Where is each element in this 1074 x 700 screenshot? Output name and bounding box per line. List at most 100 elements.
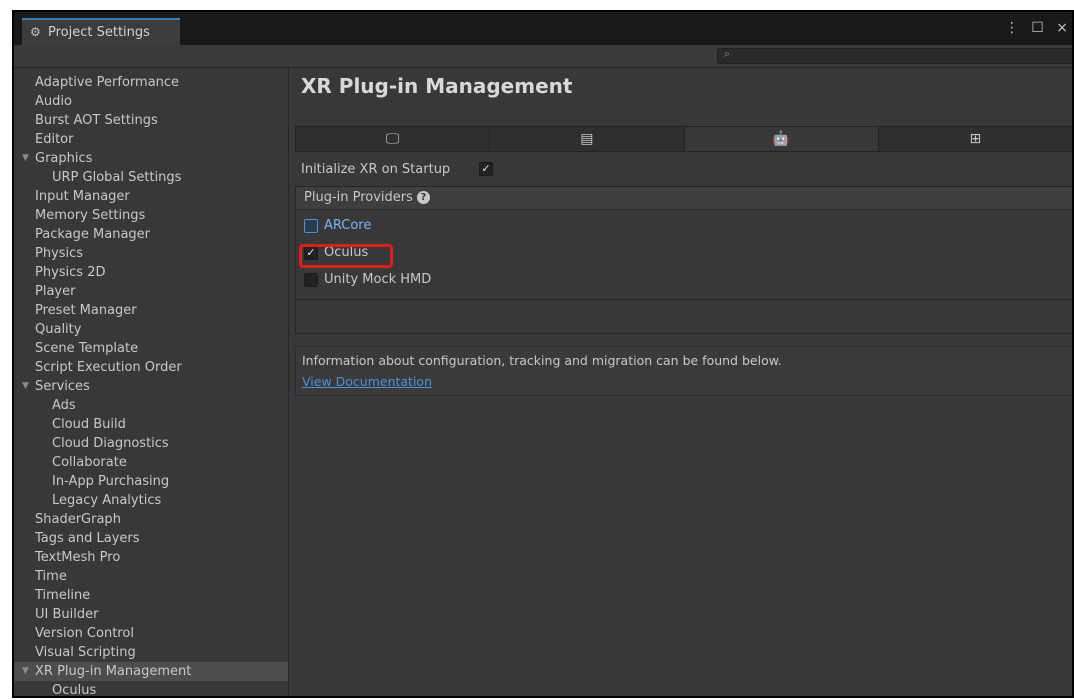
page-title: XR Plug-in Management bbox=[301, 74, 573, 98]
sidebar-item-label: Legacy Analytics bbox=[52, 493, 162, 508]
sidebar-item-physics[interactable]: Physics bbox=[14, 244, 288, 263]
platform-tab-windows[interactable]: ⊞ bbox=[878, 127, 1072, 151]
sidebar-item-time[interactable]: Time bbox=[14, 567, 288, 586]
sidebar-item-cloud-build[interactable]: Cloud Build bbox=[14, 415, 288, 434]
settings-sidebar: Adaptive Performance Audio Burst AOT Setti… bbox=[14, 68, 289, 696]
sidebar-item-label: Editor bbox=[35, 132, 74, 147]
sidebar-item-label: Services bbox=[35, 379, 90, 394]
sidebar-item-label: Player bbox=[35, 284, 76, 299]
provider-label: Unity Mock HMD bbox=[324, 272, 432, 287]
provider-label: ARCore bbox=[324, 218, 372, 233]
info-box: Information about configuration, trackin… bbox=[295, 346, 1072, 396]
sidebar-item-graphics[interactable]: ▼ Graphics bbox=[14, 149, 288, 168]
init-xr-label: Initialize XR on Startup bbox=[301, 162, 451, 177]
sidebar-item-label: Script Execution Order bbox=[35, 360, 182, 375]
sidebar-item-label: Cloud Build bbox=[52, 417, 126, 432]
sidebar-item-label: TextMesh Pro bbox=[35, 550, 121, 565]
sidebar-item-label: Audio bbox=[35, 94, 72, 109]
project-settings-tab[interactable]: ⚙ Project Settings bbox=[22, 18, 180, 45]
sidebar-item-services[interactable]: ▼ Services bbox=[14, 377, 288, 396]
sidebar-item-tags-and-layers[interactable]: Tags and Layers bbox=[14, 529, 288, 548]
plugin-providers-header: Plug-in Providers? bbox=[296, 187, 1072, 210]
foldout-arrow-icon[interactable]: ▼ bbox=[22, 149, 29, 168]
sidebar-item-quality[interactable]: Quality bbox=[14, 320, 288, 339]
search-input[interactable]: ⌕ bbox=[717, 47, 1072, 64]
providers-footer bbox=[295, 300, 1072, 334]
provider-checkbox[interactable] bbox=[304, 272, 318, 287]
foldout-arrow-icon[interactable]: ▼ bbox=[22, 377, 29, 396]
sidebar-item-label: URP Global Settings bbox=[52, 170, 182, 185]
windows-icon: ⊞ bbox=[969, 131, 982, 147]
sidebar-item-script-execution-order[interactable]: Script Execution Order bbox=[14, 358, 288, 377]
sidebar-item-label: Tags and Layers bbox=[35, 531, 140, 546]
sidebar-item-label: Input Manager bbox=[35, 189, 130, 204]
sidebar-item-label: Adaptive Performance bbox=[35, 75, 180, 90]
sidebar-item-label: Memory Settings bbox=[35, 208, 146, 223]
sidebar-item-label: Package Manager bbox=[35, 227, 151, 242]
provider-unity-mock-hmd[interactable]: Unity Mock HMD bbox=[304, 271, 431, 289]
help-icon[interactable]: ? bbox=[416, 191, 430, 204]
sidebar-item-adaptive-performance[interactable]: Adaptive Performance bbox=[14, 73, 288, 92]
search-row: ⌕ bbox=[14, 45, 1072, 68]
sidebar-item-timeline[interactable]: Timeline bbox=[14, 586, 288, 605]
sidebar-item-cloud-diagnostics[interactable]: Cloud Diagnostics bbox=[14, 434, 288, 453]
sidebar-item-label: Version Control bbox=[35, 626, 134, 641]
sidebar-item-ads[interactable]: Ads bbox=[14, 396, 288, 415]
desktop-icon: 🖵 bbox=[385, 131, 400, 147]
sidebar-item-label: Time bbox=[35, 569, 67, 584]
window-controls[interactable]: ⋮ ☐ × bbox=[1005, 20, 1072, 36]
sidebar-item-in-app-purchasing[interactable]: In-App Purchasing bbox=[14, 472, 288, 491]
settings-main-panel: XR Plug-in Management 🖵 ▤ 🤖 ⊞ Initialize XR… bbox=[289, 68, 1072, 696]
sidebar-item-label: Physics 2D bbox=[35, 265, 106, 280]
sidebar-item-textmesh-pro[interactable]: TextMesh Pro bbox=[14, 548, 288, 567]
sidebar-item-shadergraph[interactable]: ShaderGraph bbox=[14, 510, 288, 529]
sidebar-item-physics-2d[interactable]: Physics 2D bbox=[14, 263, 288, 282]
platform-tab-bar: 🖵 ▤ 🤖 ⊞ bbox=[295, 126, 1072, 152]
sidebar-item-input-manager[interactable]: Input Manager bbox=[14, 187, 288, 206]
search-icon: ⌕ bbox=[724, 47, 731, 60]
info-text: Information about configuration, trackin… bbox=[302, 353, 782, 368]
sidebar-item-label: XR Plug-in Management bbox=[35, 664, 192, 679]
sidebar-item-urp-global-settings[interactable]: URP Global Settings bbox=[14, 168, 288, 187]
init-xr-checkbox[interactable]: ✓ bbox=[479, 162, 493, 176]
provider-arcore[interactable]: ARCore bbox=[304, 217, 371, 235]
sidebar-item-editor[interactable]: Editor bbox=[14, 130, 288, 149]
sidebar-item-scene-template[interactable]: Scene Template bbox=[14, 339, 288, 358]
sidebar-item-label: Graphics bbox=[35, 151, 93, 166]
sidebar-item-label: Oculus bbox=[52, 683, 97, 698]
project-settings-window: ⚙ Project Settings ⋮ ☐ × ⌕ Adaptive Perfo… bbox=[12, 10, 1074, 698]
sidebar-item-label: Collaborate bbox=[52, 455, 127, 470]
view-documentation-link[interactable]: View Documentation bbox=[302, 374, 432, 389]
sidebar-item-label: Scene Template bbox=[35, 341, 139, 356]
sidebar-item-audio[interactable]: Audio bbox=[14, 92, 288, 111]
sidebar-item-version-control[interactable]: Version Control bbox=[14, 624, 288, 643]
provider-checkbox[interactable] bbox=[304, 218, 318, 233]
window-tab-bar: ⚙ Project Settings ⋮ ☐ × bbox=[14, 12, 1072, 45]
sidebar-item-visual-scripting[interactable]: Visual Scripting bbox=[14, 643, 288, 662]
sidebar-item-xr-plug-in-management[interactable]: ▼ XR Plug-in Management bbox=[14, 662, 288, 681]
sidebar-item-label: Ads bbox=[52, 398, 76, 413]
platform-tab-server[interactable]: ▤ bbox=[490, 127, 685, 151]
sidebar-item-memory-settings[interactable]: Memory Settings bbox=[14, 206, 288, 225]
sidebar-item-oculus[interactable]: Oculus bbox=[14, 681, 288, 698]
android-icon: 🤖 bbox=[772, 131, 790, 147]
sidebar-item-label: Visual Scripting bbox=[35, 645, 136, 660]
plugin-providers-label: Plug-in Providers bbox=[304, 190, 413, 205]
platform-tab-desktop[interactable]: 🖵 bbox=[296, 127, 491, 151]
sidebar-item-package-manager[interactable]: Package Manager bbox=[14, 225, 288, 244]
foldout-arrow-icon[interactable]: ▼ bbox=[22, 662, 29, 681]
sidebar-item-label: Physics bbox=[35, 246, 84, 261]
sidebar-item-label: Timeline bbox=[35, 588, 91, 603]
sidebar-item-label: Preset Manager bbox=[35, 303, 137, 318]
platform-tab-android[interactable]: 🤖 bbox=[684, 127, 879, 151]
sidebar-item-legacy-analytics[interactable]: Legacy Analytics bbox=[14, 491, 288, 510]
sidebar-item-label: In-App Purchasing bbox=[52, 474, 170, 489]
sidebar-item-collaborate[interactable]: Collaborate bbox=[14, 453, 288, 472]
plugin-providers-panel: Plug-in Providers? ARCore ✓ Oculus Unity Mo… bbox=[295, 186, 1072, 300]
sidebar-item-burst-aot-settings[interactable]: Burst AOT Settings bbox=[14, 111, 288, 130]
sidebar-item-preset-manager[interactable]: Preset Manager bbox=[14, 301, 288, 320]
sidebar-item-label: Cloud Diagnostics bbox=[52, 436, 169, 451]
sidebar-item-label: Burst AOT Settings bbox=[35, 113, 158, 128]
sidebar-item-ui-builder[interactable]: UI Builder bbox=[14, 605, 288, 624]
sidebar-item-player[interactable]: Player bbox=[14, 282, 288, 301]
